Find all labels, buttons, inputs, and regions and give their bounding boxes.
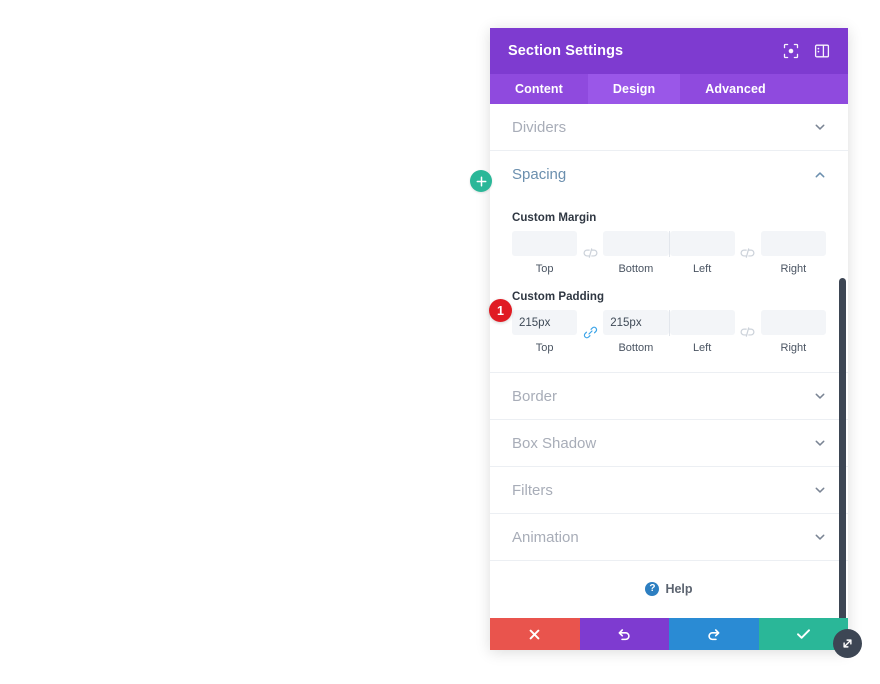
custom-padding-bottom-cell: Bottom [603, 310, 669, 354]
spacing-section-content: Custom Margin Top Bottom Left Right Cust… [490, 198, 848, 373]
help-label: Help [665, 582, 693, 596]
tab-content[interactable]: Content [490, 74, 588, 104]
chevron-down-icon [814, 437, 826, 449]
custom-padding-left-input[interactable] [669, 310, 735, 335]
section-label-animation: Animation [512, 528, 579, 546]
checkmark-icon [796, 627, 811, 641]
section-row-filters[interactable]: Filters [490, 467, 848, 514]
section-row-spacing[interactable]: Spacing [490, 151, 848, 198]
custom-margin-right-caption: Right [780, 263, 807, 275]
panel-body: Dividers Spacing Custom Margin Top Botto… [490, 104, 848, 618]
resize-handle[interactable] [833, 629, 862, 658]
panel-title: Section Settings [508, 43, 624, 59]
section-row-border[interactable]: Border [490, 373, 848, 420]
broken-link-icon [740, 246, 755, 261]
custom-padding-fields: Top [512, 310, 826, 354]
custom-padding-bottom-input[interactable] [603, 310, 669, 335]
redo-icon [706, 627, 721, 642]
custom-margin-left-cell: Left [669, 231, 735, 275]
undo-button[interactable] [579, 618, 669, 650]
cancel-button[interactable] [490, 618, 580, 650]
panel-header-icons [782, 43, 830, 60]
question-circle-icon: ? [645, 582, 660, 596]
custom-padding-top-bottom-link-toggle[interactable] [577, 320, 603, 345]
screen: Section Settings Content Design Advanced… [0, 0, 880, 684]
custom-margin-bottom-input[interactable] [603, 231, 669, 256]
section-row-animation[interactable]: Animation [490, 514, 848, 561]
broken-link-icon [740, 325, 755, 340]
custom-margin-top-bottom-pair: Top Bottom [512, 231, 669, 275]
custom-padding-right-caption: Right [780, 342, 807, 354]
custom-padding-right-cell: Right [760, 310, 826, 354]
chevron-down-icon [814, 390, 826, 402]
redo-button[interactable] [669, 618, 759, 650]
custom-margin-top-cell: Top [512, 231, 578, 275]
focus-mode-icon[interactable] [782, 43, 799, 60]
custom-margin-left-input[interactable] [669, 231, 735, 256]
custom-margin-right-cell: Right [760, 231, 826, 275]
custom-padding-left-right-link-toggle[interactable] [735, 320, 761, 345]
custom-margin-left-right-link-toggle[interactable] [735, 241, 761, 266]
custom-margin-fields: Top Bottom Left Right [512, 231, 826, 275]
vertical-scrollbar[interactable] [839, 278, 846, 618]
panel-tabs: Content Design Advanced [490, 74, 848, 104]
section-label-filters: Filters [512, 481, 553, 499]
tab-advanced[interactable]: Advanced [680, 74, 791, 104]
custom-margin-left-right-pair: Left Right [669, 231, 826, 275]
panel-footer [490, 618, 848, 650]
step-marker-1: 1 [489, 299, 512, 322]
chevron-down-icon [814, 484, 826, 496]
panel-header: Section Settings [490, 28, 848, 74]
plus-icon [476, 176, 487, 187]
add-section-button[interactable] [470, 170, 492, 192]
tab-design[interactable]: Design [587, 74, 681, 104]
custom-margin-bottom-cell: Bottom [603, 231, 669, 275]
section-label-box-shadow: Box Shadow [512, 434, 597, 452]
diagonal-resize-icon [840, 636, 855, 651]
close-x-icon [528, 628, 541, 641]
custom-padding-label: Custom Padding [512, 291, 605, 303]
custom-margin-left-caption: Left [692, 263, 712, 275]
custom-padding-left-cell: Left [669, 310, 735, 354]
link-icon [583, 325, 598, 340]
custom-padding-top-bottom-pair: Top [512, 310, 669, 354]
chevron-down-icon [814, 531, 826, 543]
custom-margin-label: Custom Margin [512, 212, 597, 224]
panel-layout-icon[interactable] [813, 43, 830, 60]
custom-padding-top-input[interactable] [512, 310, 578, 335]
broken-link-icon [583, 246, 598, 261]
help-row: ? Help [490, 561, 848, 617]
custom-margin-top-input[interactable] [512, 231, 578, 256]
custom-margin-top-caption: Top [535, 263, 554, 275]
custom-margin-bottom-caption: Bottom [618, 263, 654, 275]
custom-margin-right-input[interactable] [760, 231, 826, 256]
custom-padding-top-cell: Top [512, 310, 578, 354]
section-label-dividers: Dividers [512, 118, 567, 136]
chevron-down-icon [814, 121, 826, 133]
section-row-box-shadow[interactable]: Box Shadow [490, 420, 848, 467]
help-button[interactable]: ? Help [645, 582, 693, 596]
custom-padding-top-caption: Top [535, 342, 554, 354]
custom-margin-top-bottom-link-toggle[interactable] [577, 241, 603, 266]
section-settings-panel: Section Settings Content Design Advanced… [490, 28, 848, 650]
custom-padding-left-right-pair: Left Right [669, 310, 826, 354]
custom-padding-left-caption: Left [692, 342, 712, 354]
section-label-spacing: Spacing [512, 166, 567, 183]
chevron-up-icon [814, 169, 826, 181]
custom-padding-bottom-caption: Bottom [618, 342, 654, 354]
section-label-border: Border [512, 387, 558, 405]
section-row-dividers[interactable]: Dividers [490, 104, 848, 151]
custom-padding-right-input[interactable] [760, 310, 826, 335]
undo-icon [617, 627, 632, 642]
